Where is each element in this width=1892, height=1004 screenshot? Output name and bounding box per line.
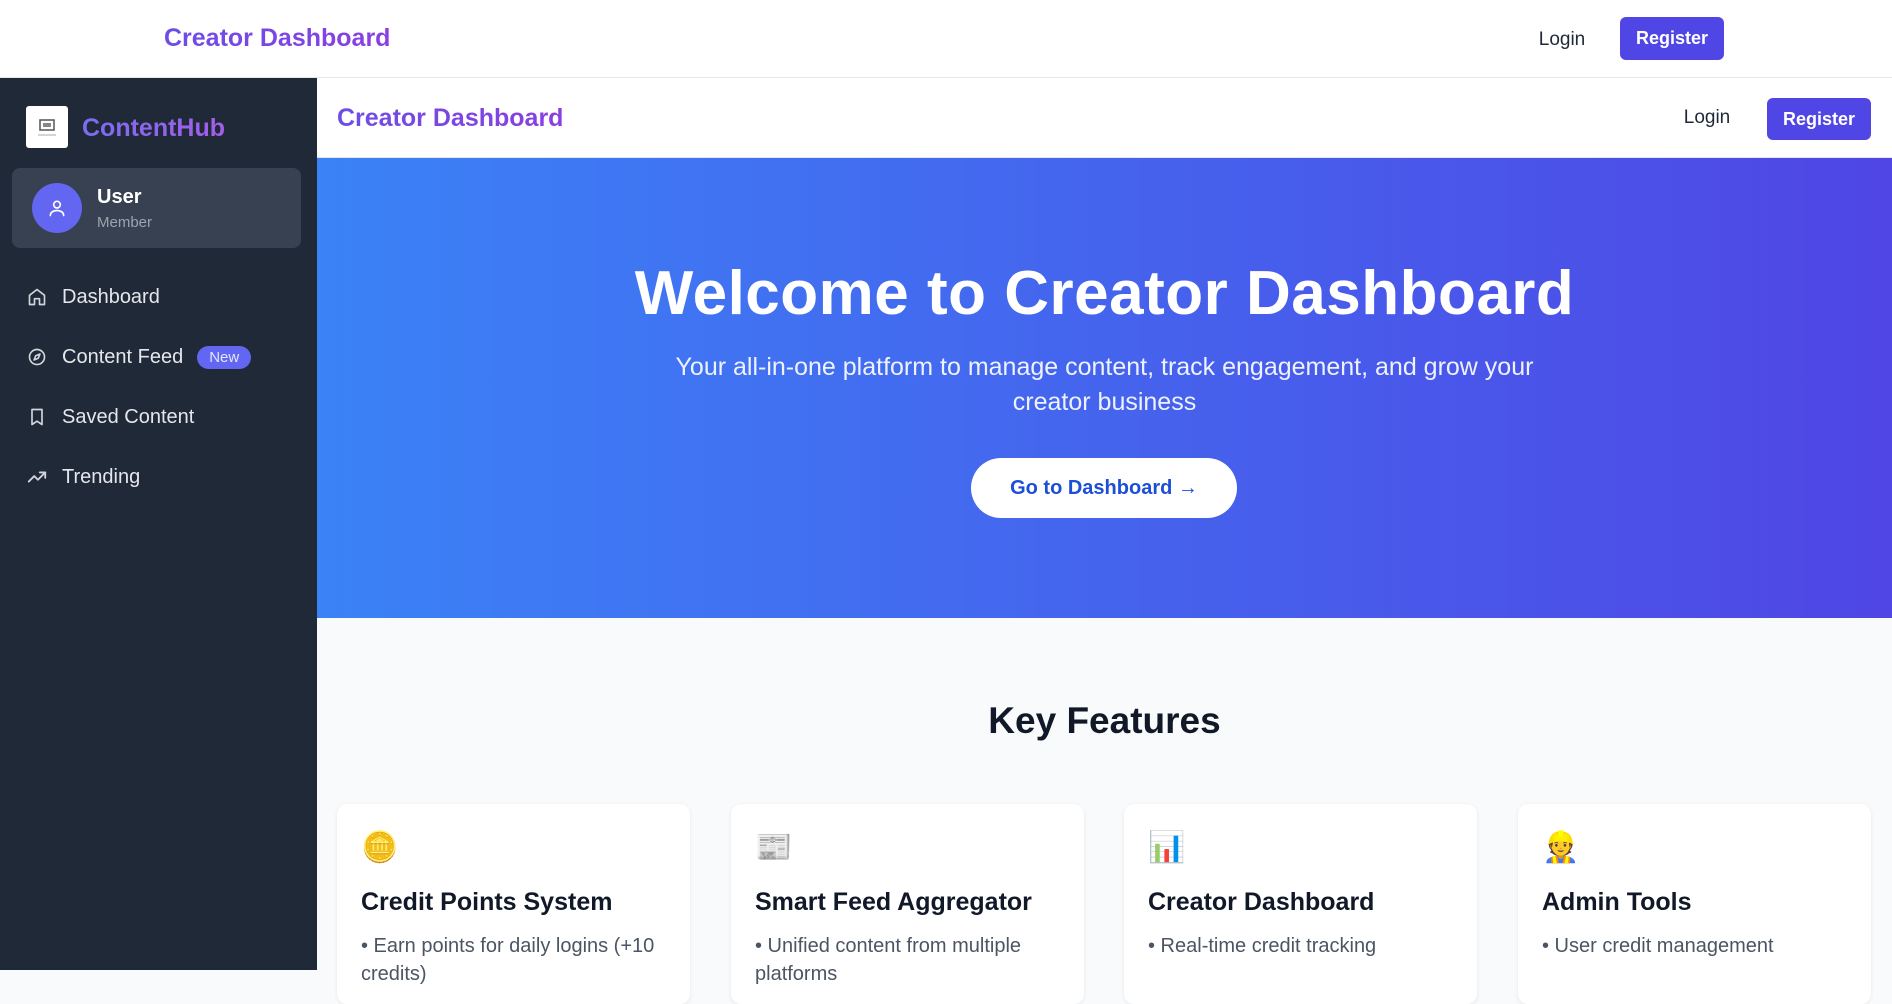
feature-description: • Real-time credit tracking	[1148, 935, 1377, 957]
sidebar-item-label: Content Feed	[62, 345, 184, 368]
user-icon	[49, 200, 65, 217]
login-button[interactable]: Login	[1667, 102, 1747, 134]
feature-title: Creator Dashboard	[1148, 888, 1375, 916]
app-title[interactable]: Creator Dashboard	[164, 24, 390, 53]
content-header: Creator Dashboard Login Register	[317, 78, 1892, 158]
sidebar-logo-text[interactable]: ContentHub	[82, 114, 225, 143]
register-button[interactable]: Register	[1620, 17, 1724, 60]
features-heading: Key Features	[988, 700, 1221, 741]
compass-icon	[26, 346, 48, 368]
user-profile-card[interactable]: User Member	[12, 168, 301, 248]
sidebar-item-label: Trending	[62, 465, 141, 488]
bookmark-icon	[26, 406, 48, 428]
go-to-dashboard-button[interactable]: Go to Dashboard →	[971, 458, 1237, 518]
trending-up-icon	[26, 466, 48, 488]
sidebar-item-content-feed[interactable]: Content Feed New	[0, 332, 317, 382]
coin-icon: 🪙	[361, 831, 399, 864]
sidebar-item-label: Dashboard	[62, 285, 160, 308]
feature-title: Admin Tools	[1542, 888, 1692, 916]
hero-subtitle: Your all-in-one platform to manage conte…	[675, 353, 1534, 416]
feature-title: Smart Feed Aggregator	[755, 888, 1032, 916]
logo-icon[interactable]	[26, 106, 68, 148]
feature-card: 🪙 Credit Points System • Earn points for…	[337, 804, 690, 1004]
feature-card: 👷 Admin Tools • User credit management	[1518, 804, 1871, 1004]
newspaper-icon: 📰	[755, 831, 793, 864]
feature-description: • User credit management	[1542, 935, 1774, 957]
sidebar: ContentHub User Member Dashboard Content…	[0, 78, 317, 970]
register-button[interactable]: Register	[1767, 98, 1871, 140]
feature-description: • Unified content from multiple platform…	[755, 935, 1022, 985]
bar-chart-icon: 📊	[1148, 831, 1186, 864]
sidebar-item-label: Saved Content	[62, 405, 195, 428]
top-navbar: Creator Dashboard Login Register	[0, 0, 1892, 78]
page-title[interactable]: Creator Dashboard	[337, 104, 563, 133]
sidebar-item-trending[interactable]: Trending	[0, 452, 317, 502]
sidebar-item-saved-content[interactable]: Saved Content	[0, 392, 317, 442]
feature-description: • Earn points for daily logins (+10 cred…	[361, 935, 655, 985]
feature-card: 📰 Smart Feed Aggregator • Unified conten…	[731, 804, 1084, 1004]
login-button[interactable]: Login	[1520, 24, 1604, 56]
hero-title: Welcome to Creator Dashboard	[634, 259, 1575, 328]
hero-section: Welcome to Creator Dashboard Your all-in…	[317, 158, 1892, 618]
worker-icon: 👷	[1542, 831, 1580, 864]
user-role: Member	[97, 214, 153, 231]
new-badge: New	[197, 345, 252, 369]
home-icon	[26, 286, 48, 308]
user-name: User	[97, 186, 142, 208]
feature-card: 📊 Creator Dashboard • Real-time credit t…	[1124, 804, 1477, 1004]
feature-title: Credit Points System	[361, 888, 613, 916]
sidebar-item-dashboard[interactable]: Dashboard	[0, 272, 317, 322]
avatar	[32, 183, 82, 233]
